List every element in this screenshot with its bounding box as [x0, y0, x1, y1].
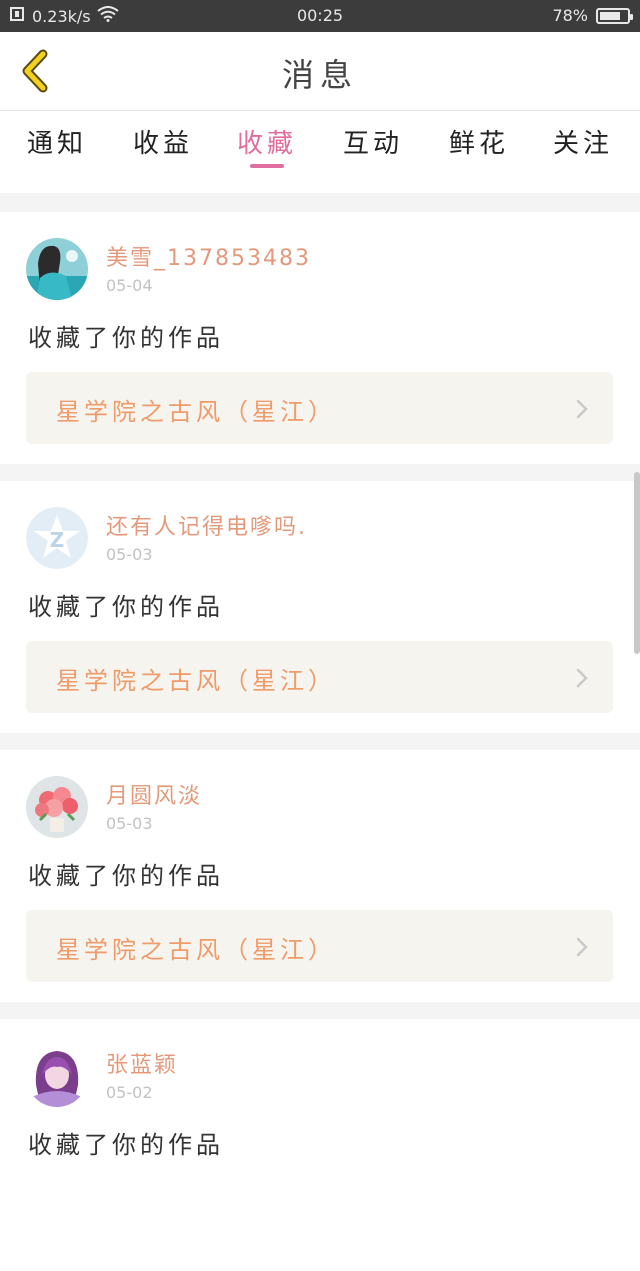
chevron-right-icon — [576, 399, 588, 419]
tab-following[interactable]: 关注 — [538, 123, 628, 160]
status-right: 78% — [552, 6, 633, 25]
work-link[interactable]: 星学院之古风（星江） — [26, 910, 613, 982]
work-title: 星学院之古风（星江） — [56, 936, 336, 964]
scrollbar[interactable] — [634, 472, 640, 654]
message-card[interactable]: 月圆风淡 05-03 收藏了你的作品 星学院之古风（星江） — [0, 750, 640, 1002]
action-text: 收藏了你的作品 — [28, 593, 224, 621]
message-card[interactable]: 张蓝颖 05-02 收藏了你的作品 — [0, 1019, 640, 1271]
timestamp: 05-04 — [106, 276, 153, 295]
username[interactable]: 美雪_137853483 — [106, 240, 311, 272]
status-bar: 0.23k/s 00:25 78% — [0, 0, 640, 32]
username[interactable]: 张蓝颖 — [106, 1047, 178, 1079]
action-text: 收藏了你的作品 — [28, 862, 224, 890]
action-text: 收藏了你的作品 — [28, 324, 224, 352]
work-link[interactable]: 星学院之古风（星江） — [26, 372, 613, 444]
avatar[interactable]: Z — [26, 507, 88, 569]
tab-flowers[interactable]: 鲜花 — [434, 123, 524, 160]
page-title: 消息 — [281, 56, 358, 94]
battery-icon — [596, 7, 633, 24]
tab-bar: 通知 收益 收藏 互动 鲜花 关注 — [0, 111, 640, 193]
chevron-right-icon — [576, 937, 588, 957]
timestamp: 05-03 — [106, 814, 153, 833]
svg-text:Z: Z — [50, 528, 65, 552]
clock: 00:25 — [296, 6, 344, 25]
username[interactable]: 月圆风淡 — [106, 778, 202, 810]
avatar[interactable] — [26, 1045, 88, 1107]
message-card[interactable]: Z 还有人记得电嗲吗. 05-03 收藏了你的作品 星学院之古风（星江） — [0, 481, 640, 733]
battery-percent: 78% — [552, 6, 588, 25]
avatar[interactable] — [26, 776, 88, 838]
tab-interactions[interactable]: 互动 — [328, 123, 418, 160]
message-card[interactable]: 美雪_137853483 05-04 收藏了你的作品 星学院之古风（星江） — [0, 212, 640, 464]
avatar[interactable] — [26, 238, 88, 300]
timestamp: 05-02 — [106, 1083, 153, 1102]
header: 消息 — [0, 32, 640, 111]
username[interactable]: 还有人记得电嗲吗. — [106, 509, 307, 541]
tab-earnings[interactable]: 收益 — [118, 123, 208, 160]
work-link[interactable]: 星学院之古风（星江） — [26, 641, 613, 713]
work-title: 星学院之古风（星江） — [56, 398, 336, 426]
timestamp: 05-03 — [106, 545, 153, 564]
tab-favorites[interactable]: 收藏 — [222, 123, 312, 160]
work-title: 星学院之古风（星江） — [56, 667, 336, 695]
active-tab-indicator — [250, 164, 284, 168]
action-text: 收藏了你的作品 — [28, 1131, 224, 1159]
tab-notifications[interactable]: 通知 — [12, 123, 102, 160]
chevron-right-icon — [576, 668, 588, 688]
